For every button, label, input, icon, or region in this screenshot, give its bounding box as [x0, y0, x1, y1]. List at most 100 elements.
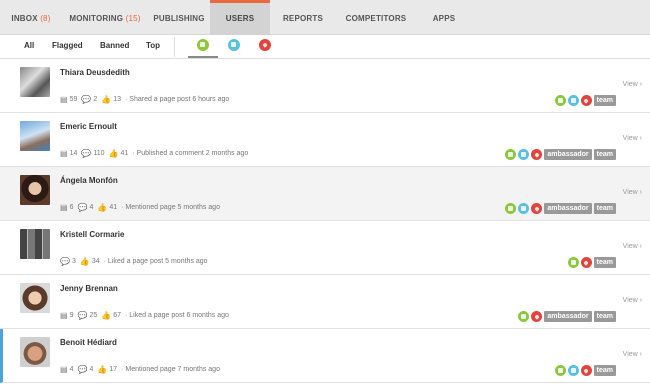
avatar	[20, 337, 50, 367]
avatar	[20, 67, 50, 97]
filter-top[interactable]: Top	[146, 41, 160, 50]
user-row[interactable]: Thiara Deusdedith ▤ 59 💬 2 👍 13 · Shared a …	[0, 59, 650, 113]
tab-monitoring[interactable]: MONITORING (15)	[62, 0, 148, 35]
posts-count: 4	[69, 366, 74, 373]
likes-count: 41	[120, 150, 129, 157]
megaphone-icon	[518, 203, 530, 214]
user-name[interactable]: Emeric Ernoult	[60, 122, 117, 131]
view-link[interactable]: View ›	[623, 189, 642, 196]
heart-icon	[531, 311, 543, 322]
last-activity: Mentioned page 5 months ago	[125, 204, 220, 211]
tab-competitors[interactable]: COMPETITORS	[336, 0, 416, 35]
chat-bubble-icon[interactable]	[197, 39, 209, 51]
comments-count: 4	[89, 366, 94, 373]
view-link[interactable]: View ›	[623, 81, 642, 88]
chevron-right-icon: ›	[639, 243, 642, 250]
user-row[interactable]: Benoit Hédiard ▤ 4 💬 4 👍 17 · Mentioned pag…	[0, 329, 650, 383]
user-tags: team	[567, 257, 616, 268]
tab-count: (15)	[125, 14, 141, 23]
comments-count: 110	[93, 150, 105, 157]
thumbs-up-icon: 👍	[79, 257, 90, 266]
filter-all[interactable]: All	[24, 41, 34, 50]
comment-icon: 💬	[60, 257, 70, 266]
document-icon: ▤	[60, 203, 68, 212]
view-link[interactable]: View ›	[623, 351, 642, 358]
tab-users[interactable]: USERS	[210, 0, 270, 35]
posts-count: 14	[69, 150, 78, 157]
document-icon: ▤	[60, 149, 68, 158]
user-name[interactable]: Jenny Brennan	[60, 284, 118, 293]
team-badge: team	[593, 311, 616, 322]
filter-bar: All Flagged Banned Top	[0, 35, 650, 59]
posts-count: 59	[69, 96, 78, 103]
heart-icon	[531, 203, 543, 214]
last-activity: Published a comment 2 months ago	[136, 150, 249, 157]
avatar	[20, 175, 50, 205]
thumbs-up-icon: 👍	[97, 365, 108, 374]
chat-bubble-icon	[505, 149, 517, 160]
likes-count: 13	[113, 96, 121, 103]
heart-icon[interactable]	[259, 39, 271, 51]
tab-label: MONITORING	[69, 14, 124, 23]
comments-count: 4	[89, 204, 94, 211]
likes-count: 41	[109, 204, 118, 211]
view-link[interactable]: View ›	[623, 243, 642, 250]
user-row[interactable]: Jenny Brennan ▤ 9 💬 25 👍 67 · Liked a page …	[0, 275, 650, 329]
last-activity: Liked a page post 5 months ago	[107, 258, 208, 265]
chevron-right-icon: ›	[639, 189, 642, 196]
view-link[interactable]: View ›	[623, 135, 642, 142]
chevron-right-icon: ›	[639, 351, 642, 358]
thumbs-up-icon: 👍	[101, 311, 112, 320]
user-name[interactable]: Benoit Hédiard	[60, 338, 117, 347]
document-icon: ▤	[60, 95, 68, 104]
user-row[interactable]: Kristell Cormarie 💬 3 👍 34 · Liked a page …	[0, 221, 650, 275]
tab-count: (8)	[40, 14, 51, 23]
likes-count: 17	[109, 366, 118, 373]
team-badge: team	[593, 203, 616, 214]
heart-icon	[580, 257, 592, 268]
megaphone-icon[interactable]	[228, 39, 240, 51]
user-name[interactable]: Thiara Deusdedith	[60, 68, 130, 77]
chevron-right-icon: ›	[639, 135, 642, 142]
comment-icon: 💬	[77, 203, 88, 212]
view-link[interactable]: View ›	[623, 297, 642, 304]
user-name[interactable]: Kristell Cormarie	[60, 230, 124, 239]
user-name[interactable]: Ángela Monfón	[60, 176, 118, 185]
user-row[interactable]: Ángela Monfón ▤ 6 💬 4 👍 41 · Mentioned page…	[0, 167, 650, 221]
comment-icon: 💬	[77, 365, 88, 374]
tab-reports[interactable]: REPORTS	[270, 0, 336, 35]
filter-flagged[interactable]: Flagged	[52, 41, 83, 50]
view-label: View	[622, 189, 638, 196]
chevron-right-icon: ›	[639, 81, 642, 88]
tab-inbox[interactable]: INBOX (8)	[0, 0, 62, 35]
main-nav: INBOX (8) MONITORING (15) PUBLISHING USE…	[0, 0, 650, 35]
team-badge: team	[593, 365, 616, 376]
filter-divider	[174, 37, 175, 57]
tab-publishing[interactable]: PUBLISHING	[148, 0, 210, 35]
tab-apps[interactable]: APPS	[416, 0, 472, 35]
likes-count: 67	[113, 312, 121, 319]
thumbs-up-icon: 👍	[108, 149, 119, 158]
last-activity: Shared a page post 6 hours ago	[129, 96, 230, 103]
ambassador-badge: ambassador	[544, 203, 592, 214]
tab-label: PUBLISHING	[153, 14, 205, 23]
view-label: View	[622, 243, 638, 250]
posts-count: 6	[69, 204, 74, 211]
last-activity: Liked a page post 6 months ago	[129, 312, 229, 319]
heart-icon	[580, 365, 592, 376]
user-stats: 💬 3 👍 34 · Liked a page post 5 months ago	[60, 257, 208, 266]
user-stats: ▤ 9 💬 25 👍 67 · Liked a page post 6 months …	[60, 311, 229, 320]
chat-bubble-icon	[567, 257, 579, 268]
tab-label: INBOX	[11, 14, 38, 23]
avatar	[20, 121, 50, 151]
document-icon: ▤	[60, 365, 68, 374]
comment-icon: 💬	[81, 95, 92, 104]
last-activity: Mentioned page 7 months ago	[125, 366, 220, 373]
document-icon: ▤	[60, 311, 68, 320]
user-tags: ambassador team	[505, 203, 616, 214]
megaphone-icon	[567, 95, 579, 106]
user-row[interactable]: Emeric Ernoult ▤ 14 💬 110 👍 41 · Published …	[0, 113, 650, 167]
user-stats: ▤ 4 💬 4 👍 17 · Mentioned page 7 months ago	[60, 365, 220, 374]
posts-count: 9	[69, 312, 74, 319]
filter-banned[interactable]: Banned	[100, 41, 129, 50]
